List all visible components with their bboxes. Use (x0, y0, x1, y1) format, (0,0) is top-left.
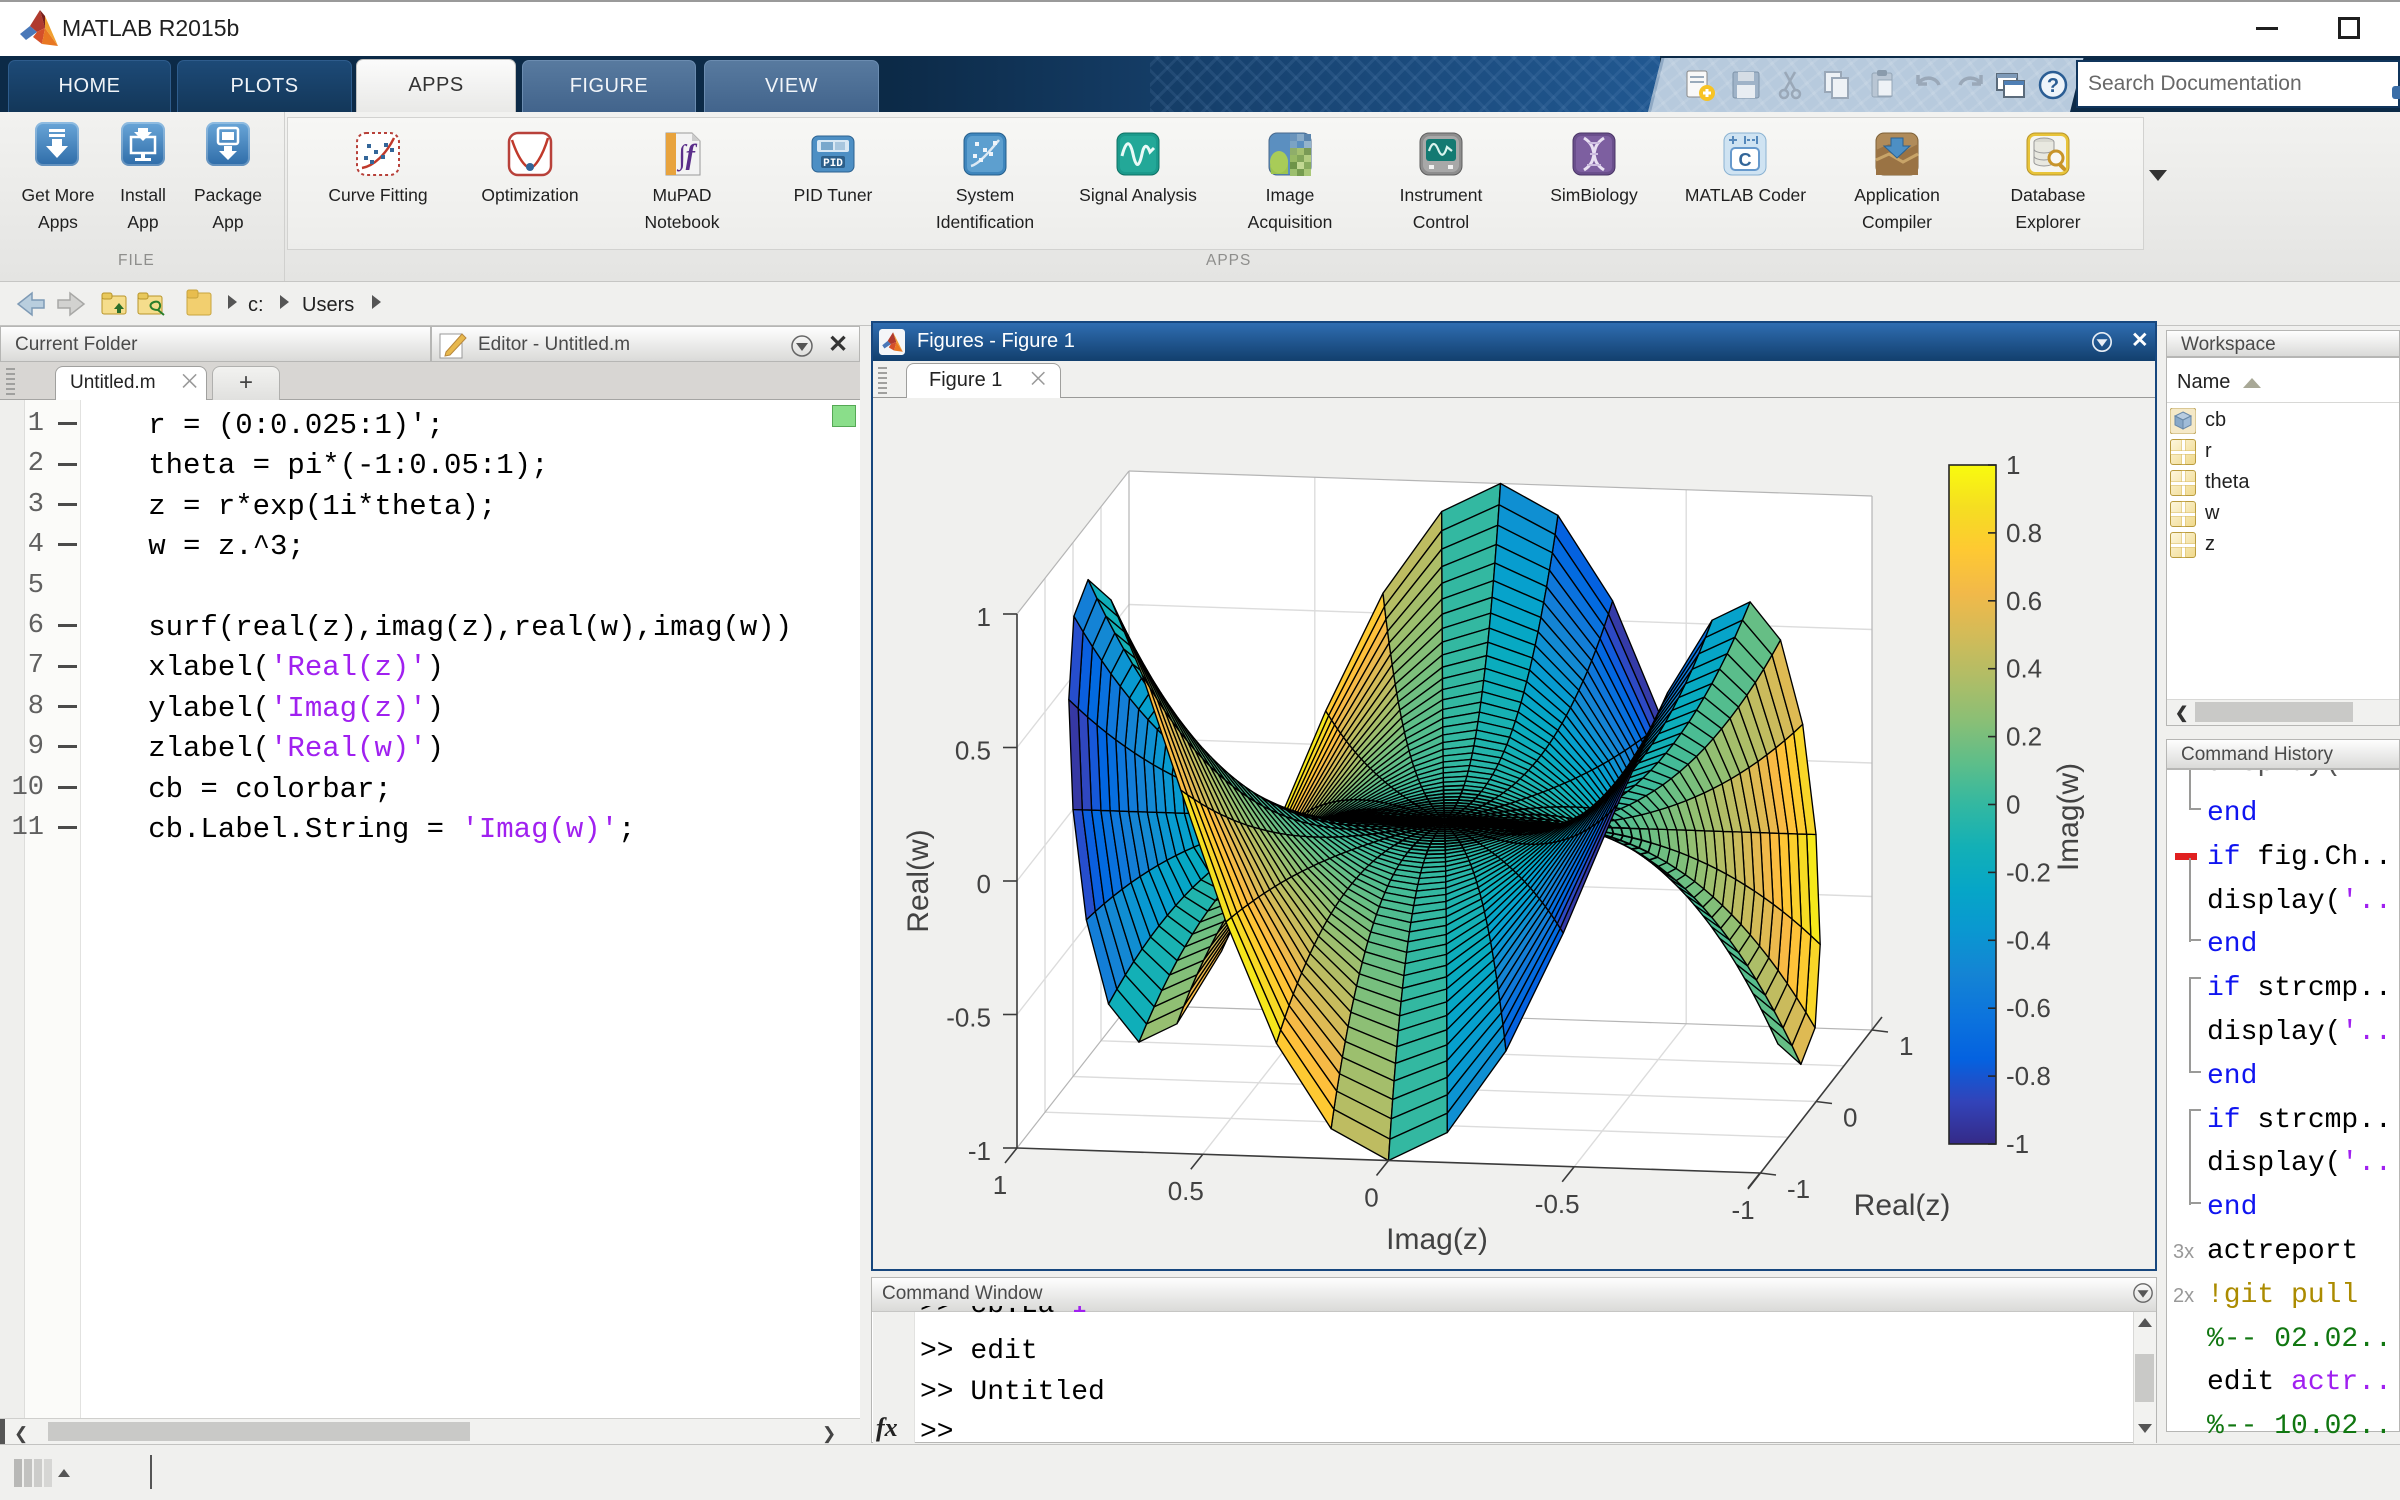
svg-text:Real(z): Real(z) (1854, 1189, 1951, 1222)
svg-text:0.5: 0.5 (955, 736, 991, 766)
svg-text:∫f: ∫f (676, 140, 698, 172)
svg-text:1: 1 (993, 1170, 1007, 1200)
svg-text:-1: -1 (1731, 1195, 1754, 1225)
svg-text:0.2: 0.2 (2006, 722, 2042, 752)
svg-text:1: 1 (1899, 1031, 1913, 1061)
svg-text:Imag(z): Imag(z) (1386, 1223, 1488, 1256)
svg-text:-1: -1 (1787, 1174, 1810, 1204)
svg-text:0: 0 (2006, 790, 2020, 820)
svg-text:1: 1 (2006, 450, 2020, 480)
svg-text:-1: -1 (968, 1136, 991, 1166)
svg-text:-1: -1 (2006, 1129, 2029, 1159)
svg-text:Imag(w): Imag(w) (2052, 763, 2085, 871)
svg-text:0: 0 (1364, 1183, 1378, 1213)
svg-text:0: 0 (1843, 1103, 1857, 1133)
svg-text:Real(w): Real(w) (902, 829, 935, 932)
svg-text:0: 0 (977, 869, 991, 899)
svg-text:0.8: 0.8 (2006, 518, 2042, 548)
svg-text:-0.6: -0.6 (2006, 993, 2051, 1023)
svg-text:1: 1 (977, 602, 991, 632)
svg-text:-0.5: -0.5 (946, 1003, 991, 1033)
svg-text:-0.2: -0.2 (2006, 857, 2051, 887)
svg-text:0.4: 0.4 (2006, 654, 2042, 684)
svg-text:?: ? (2047, 75, 2059, 97)
svg-text:-0.5: -0.5 (1535, 1189, 1580, 1219)
svg-text:0.6: 0.6 (2006, 586, 2042, 616)
svg-text:0.5: 0.5 (1168, 1176, 1204, 1206)
svg-text:PID: PID (823, 158, 843, 170)
svg-text:-0.4: -0.4 (2006, 925, 2051, 955)
svg-text:-0.8: -0.8 (2006, 1061, 2051, 1091)
svg-text:C: C (1739, 150, 1752, 170)
